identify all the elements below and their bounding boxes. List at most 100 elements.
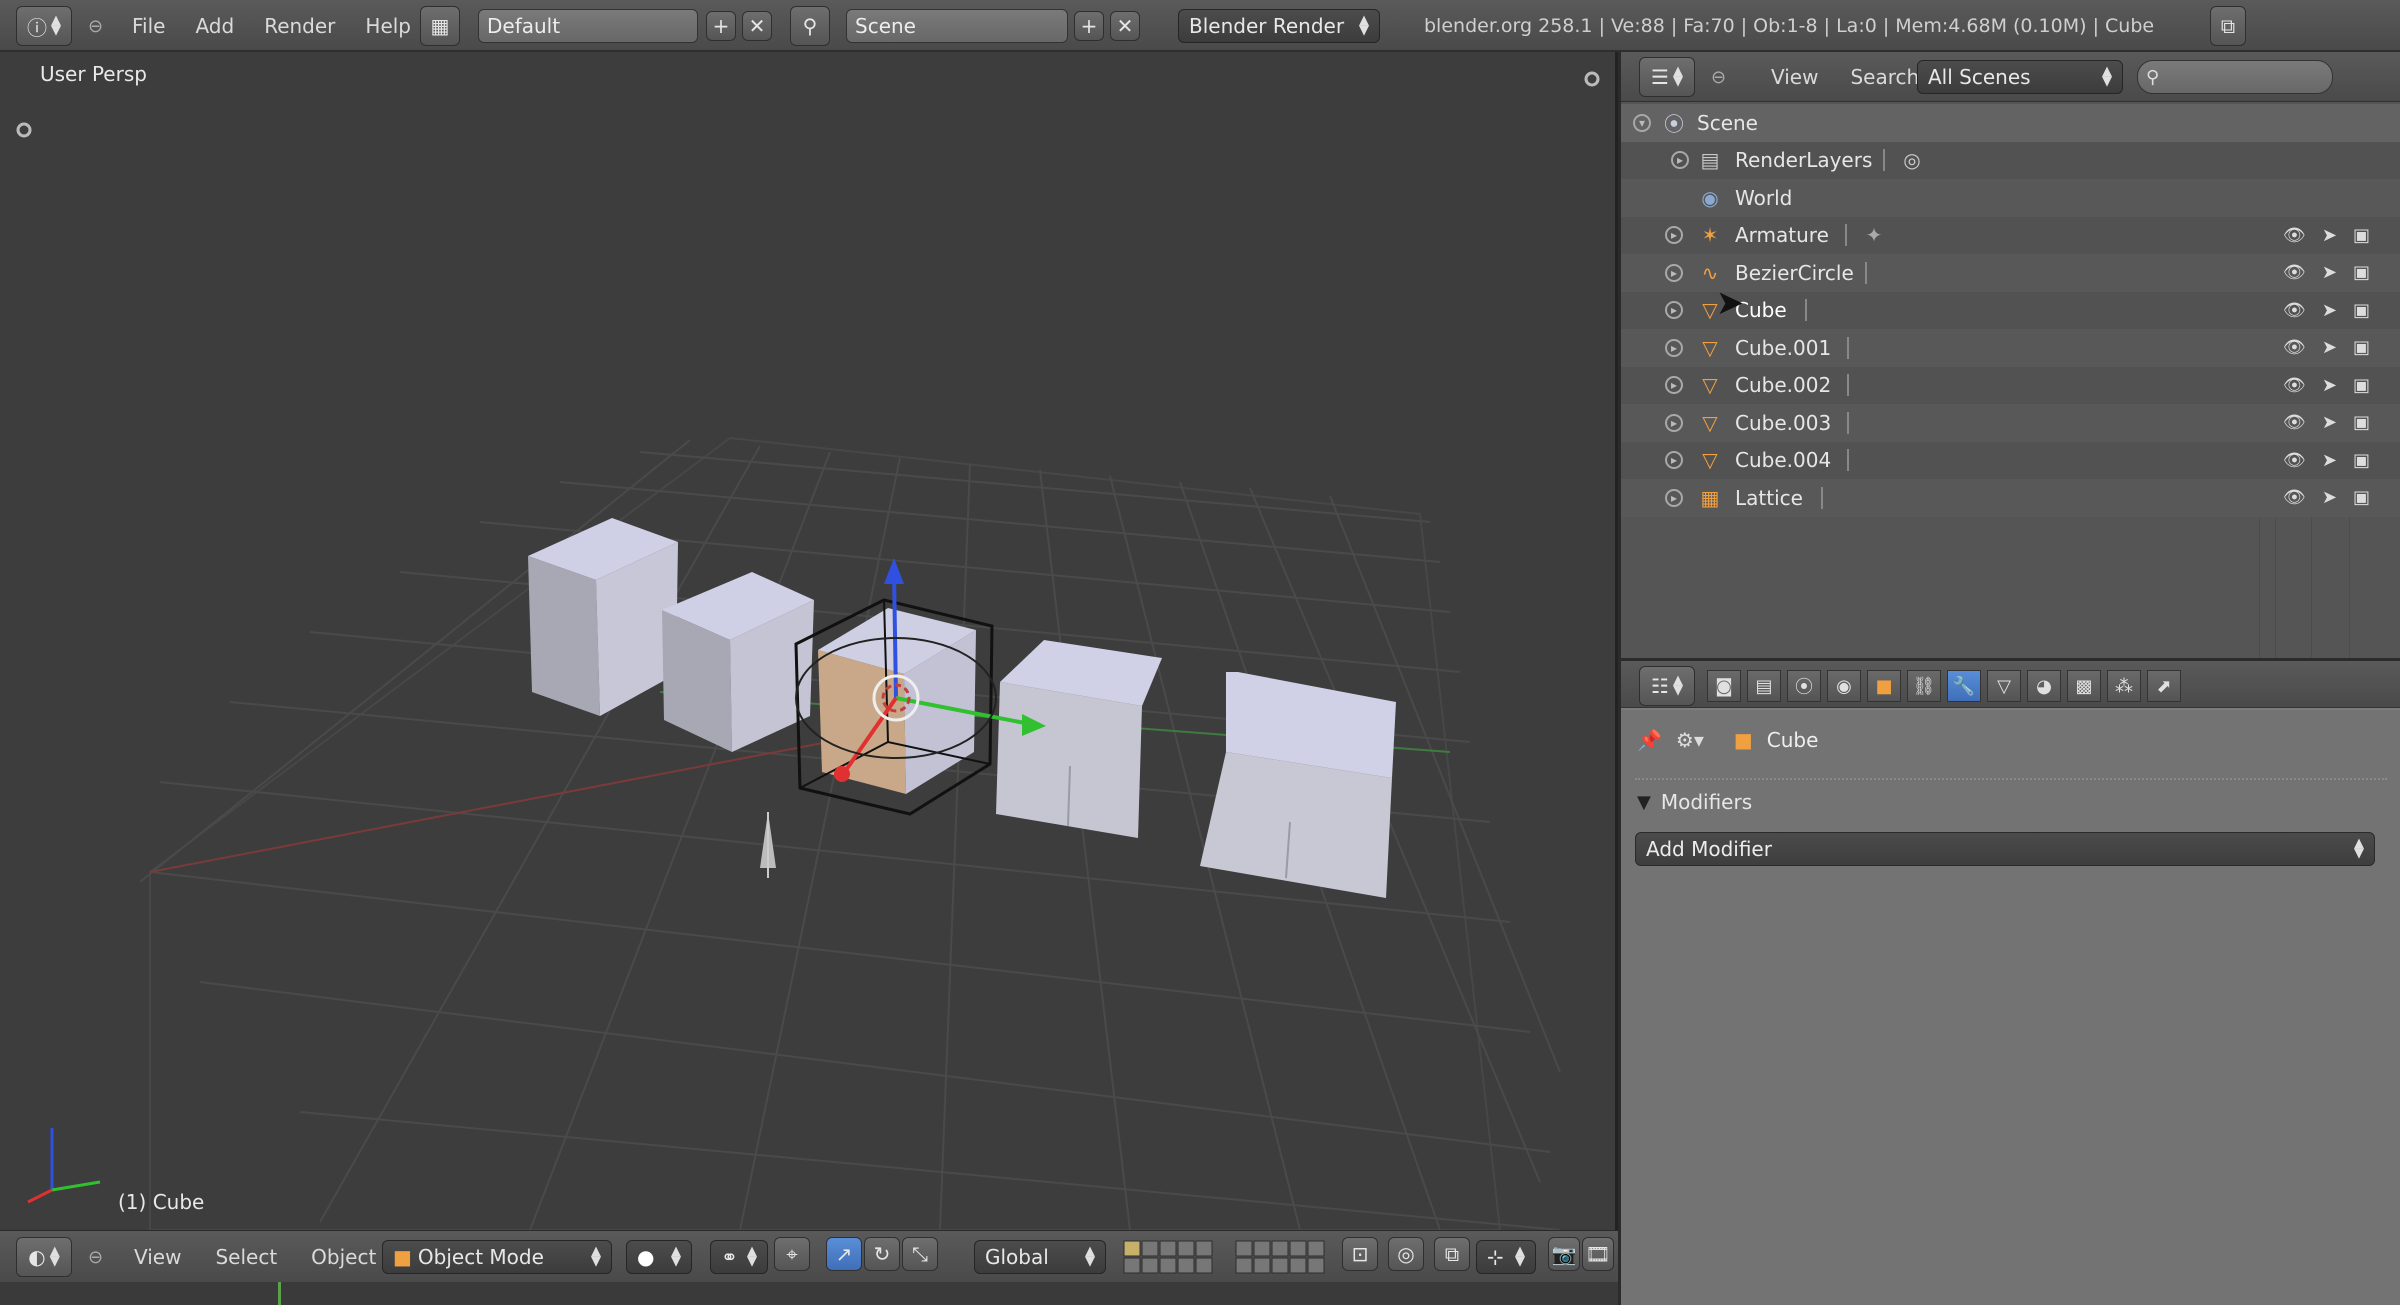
render-opengl-button[interactable]: 📷	[1548, 1237, 1580, 1271]
layout-name-field[interactable]: Default	[478, 9, 698, 43]
menu-select[interactable]: Select	[205, 1245, 287, 1269]
outliner-item-cube-001[interactable]: ▸ ▽ Cube.001 👁 ➤ ▣	[1621, 329, 2400, 367]
expand-icon[interactable]: ▸	[1665, 413, 1683, 432]
lock-camera-button[interactable]: ⊡	[1342, 1237, 1378, 1271]
world-tab[interactable]: ◉	[1827, 670, 1861, 702]
data-tab[interactable]: ▽	[1987, 670, 2021, 702]
expand-icon[interactable]: ▸	[1671, 151, 1689, 170]
proportional-edit-button[interactable]: ◎	[1388, 1237, 1424, 1271]
texture-tab[interactable]: ▩	[2067, 670, 2101, 702]
collapse-menus-button[interactable]: ⊖	[88, 1237, 103, 1277]
expand-icon[interactable]: ▸	[1665, 451, 1683, 470]
pin-icon[interactable]: 📌	[1637, 728, 1662, 752]
snap-toggle-button[interactable]: ⧉	[1434, 1237, 1470, 1271]
select-arrow-icon[interactable]: ➤	[2322, 450, 2337, 471]
manipulator-toggle[interactable]: ⌖	[774, 1237, 810, 1271]
outliner-item-armature[interactable]: ▸ ✶ Armature ✦ 👁 ➤ ▣	[1621, 216, 2400, 254]
outliner-item-cube-004[interactable]: ▸ ▽ Cube.004 👁 ➤ ▣	[1621, 441, 2400, 479]
timeline-strip[interactable]	[0, 1282, 1618, 1305]
menu-render[interactable]: Render	[254, 14, 345, 38]
render-camera-icon[interactable]: ▣	[2353, 487, 2370, 508]
outliner-item-renderlayers[interactable]: ▸ ▤ RenderLayers ◎	[1621, 141, 2400, 179]
object-tab[interactable]: ■	[1867, 670, 1901, 702]
display-mode-dropdown[interactable]: All Scenes ▲ ▼	[1917, 60, 2123, 94]
outliner-item-cube-003[interactable]: ▸ ▽ Cube.003 👁 ➤ ▣	[1621, 404, 2400, 442]
delete-scene-button[interactable]: ✕	[1110, 11, 1140, 41]
expand-icon[interactable]: ▸	[1665, 488, 1683, 507]
render-layers-tab[interactable]: ▤	[1747, 670, 1781, 702]
mode-dropdown[interactable]: ■ Object Mode ▲ ▼	[382, 1240, 612, 1274]
menu-search[interactable]: Search	[1840, 65, 1929, 89]
add-modifier-dropdown[interactable]: Add Modifier ▲ ▼	[1635, 832, 2375, 866]
material-tab[interactable]: ◕	[2027, 670, 2061, 702]
cube-right-1[interactable]	[996, 640, 1162, 838]
scene-icon-button[interactable]: ⚲	[790, 6, 830, 46]
select-arrow-icon[interactable]: ➤	[2322, 487, 2337, 508]
scale-manipulator-button[interactable]: ⤡	[902, 1237, 938, 1271]
layer-buttons-group-2[interactable]	[1234, 1237, 1330, 1277]
menu-object[interactable]: Object	[301, 1245, 386, 1269]
3d-viewport[interactable]: User Persp (1) Cube	[0, 52, 1618, 1230]
collapse-menus-button[interactable]: ⊖	[1711, 57, 1726, 97]
visibility-eye-icon[interactable]: 👁	[2283, 375, 2306, 396]
select-arrow-icon[interactable]: ➤	[2322, 225, 2337, 246]
visibility-eye-icon[interactable]: 👁	[2283, 225, 2306, 246]
render-camera-icon[interactable]: ▣	[2353, 450, 2370, 471]
render-camera-icon[interactable]: ▣	[2353, 262, 2370, 283]
expand-icon[interactable]: ▸	[1665, 263, 1683, 282]
select-arrow-icon[interactable]: ➤	[2322, 337, 2337, 358]
modifiers-panel-header[interactable]: ▼ Modifiers	[1637, 790, 1752, 814]
translate-manipulator-button[interactable]: ↗	[826, 1237, 862, 1271]
menu-file[interactable]: File	[122, 14, 175, 38]
render-engine-dropdown[interactable]: Blender Render ▲ ▼	[1178, 9, 1380, 43]
delete-layout-button[interactable]: ✕	[742, 11, 772, 41]
outliner-item-cube-002[interactable]: ▸ ▽ Cube.002 👁 ➤ ▣	[1621, 366, 2400, 404]
screen-layout-icon-button[interactable]: ▦	[420, 6, 460, 46]
render-camera-icon[interactable]: ▣	[2353, 412, 2370, 433]
expand-icon[interactable]: ▸	[1665, 226, 1683, 245]
visibility-eye-icon[interactable]: 👁	[2283, 337, 2306, 358]
pivot-point-dropdown[interactable]: ⚭ ▲ ▼	[710, 1240, 768, 1274]
outliner-item-lattice[interactable]: ▸ ▦ Lattice 👁 ➤ ▣	[1621, 479, 2400, 517]
window-toggle-button[interactable]: ⧉	[2210, 6, 2246, 46]
visibility-eye-icon[interactable]: 👁	[2283, 262, 2306, 283]
select-arrow-icon[interactable]: ➤	[2322, 375, 2337, 396]
render-camera-icon[interactable]: ▣	[2353, 225, 2370, 246]
menu-help[interactable]: Help	[355, 14, 421, 38]
outliner-search-input[interactable]: ⚲	[2137, 60, 2333, 94]
modifiers-tab[interactable]: 🔧	[1947, 670, 1981, 702]
particles-tab[interactable]: ⁂	[2107, 670, 2141, 702]
visibility-eye-icon[interactable]: 👁	[2283, 300, 2306, 321]
render-camera-icon[interactable]: ▣	[2353, 375, 2370, 396]
select-arrow-icon[interactable]: ➤	[2322, 412, 2337, 433]
expand-icon[interactable]: ▸	[1665, 376, 1683, 395]
outliner-item-cube[interactable]: ▸ ▽ Cube ➤ 👁 ➤ ▣	[1621, 283, 2400, 329]
select-arrow-icon[interactable]: ➤	[2322, 262, 2337, 283]
outliner-item-scene[interactable]: ▾ ⦿ Scene	[1621, 104, 2400, 142]
visibility-eye-icon[interactable]: 👁	[2283, 487, 2306, 508]
menu-view[interactable]: View	[124, 1245, 191, 1269]
collapse-menus-button[interactable]: ⊖	[88, 6, 103, 46]
add-layout-button[interactable]: +	[706, 11, 736, 41]
visibility-eye-icon[interactable]: 👁	[2283, 412, 2306, 433]
editor-type-button[interactable]: ⓘ ▲ ▼	[16, 6, 72, 46]
render-animation-button[interactable]: 🎞	[1582, 1237, 1614, 1271]
expand-icon[interactable]: ▸	[1665, 338, 1683, 357]
snap-element-dropdown[interactable]: ⊹ ▲ ▼	[1476, 1240, 1536, 1274]
expand-icon[interactable]: ▸	[1665, 301, 1683, 320]
timeline-playhead[interactable]	[278, 1282, 281, 1305]
menu-view[interactable]: View	[1761, 65, 1828, 89]
cube-right-2[interactable]	[1200, 672, 1396, 898]
render-tab[interactable]: ◙	[1707, 670, 1741, 702]
constraints-tab[interactable]: ⛓	[1907, 670, 1941, 702]
viewport-shading-dropdown[interactable]: ● ▲ ▼	[626, 1240, 692, 1274]
expand-icon[interactable]: ▾	[1633, 113, 1651, 132]
render-camera-icon[interactable]: ▣	[2353, 337, 2370, 358]
physics-tab[interactable]: ⬈	[2147, 670, 2181, 702]
visibility-eye-icon[interactable]: 👁	[2283, 450, 2306, 471]
editor-type-button[interactable]: ◐ ▲ ▼	[16, 1237, 72, 1277]
outliner-item-world[interactable]: ◉ World	[1621, 179, 2400, 217]
editor-type-button[interactable]: ☷ ▲ ▼	[1639, 666, 1695, 706]
render-camera-icon[interactable]: ▣	[2353, 300, 2370, 321]
scene-tab[interactable]: ⦿	[1787, 670, 1821, 702]
